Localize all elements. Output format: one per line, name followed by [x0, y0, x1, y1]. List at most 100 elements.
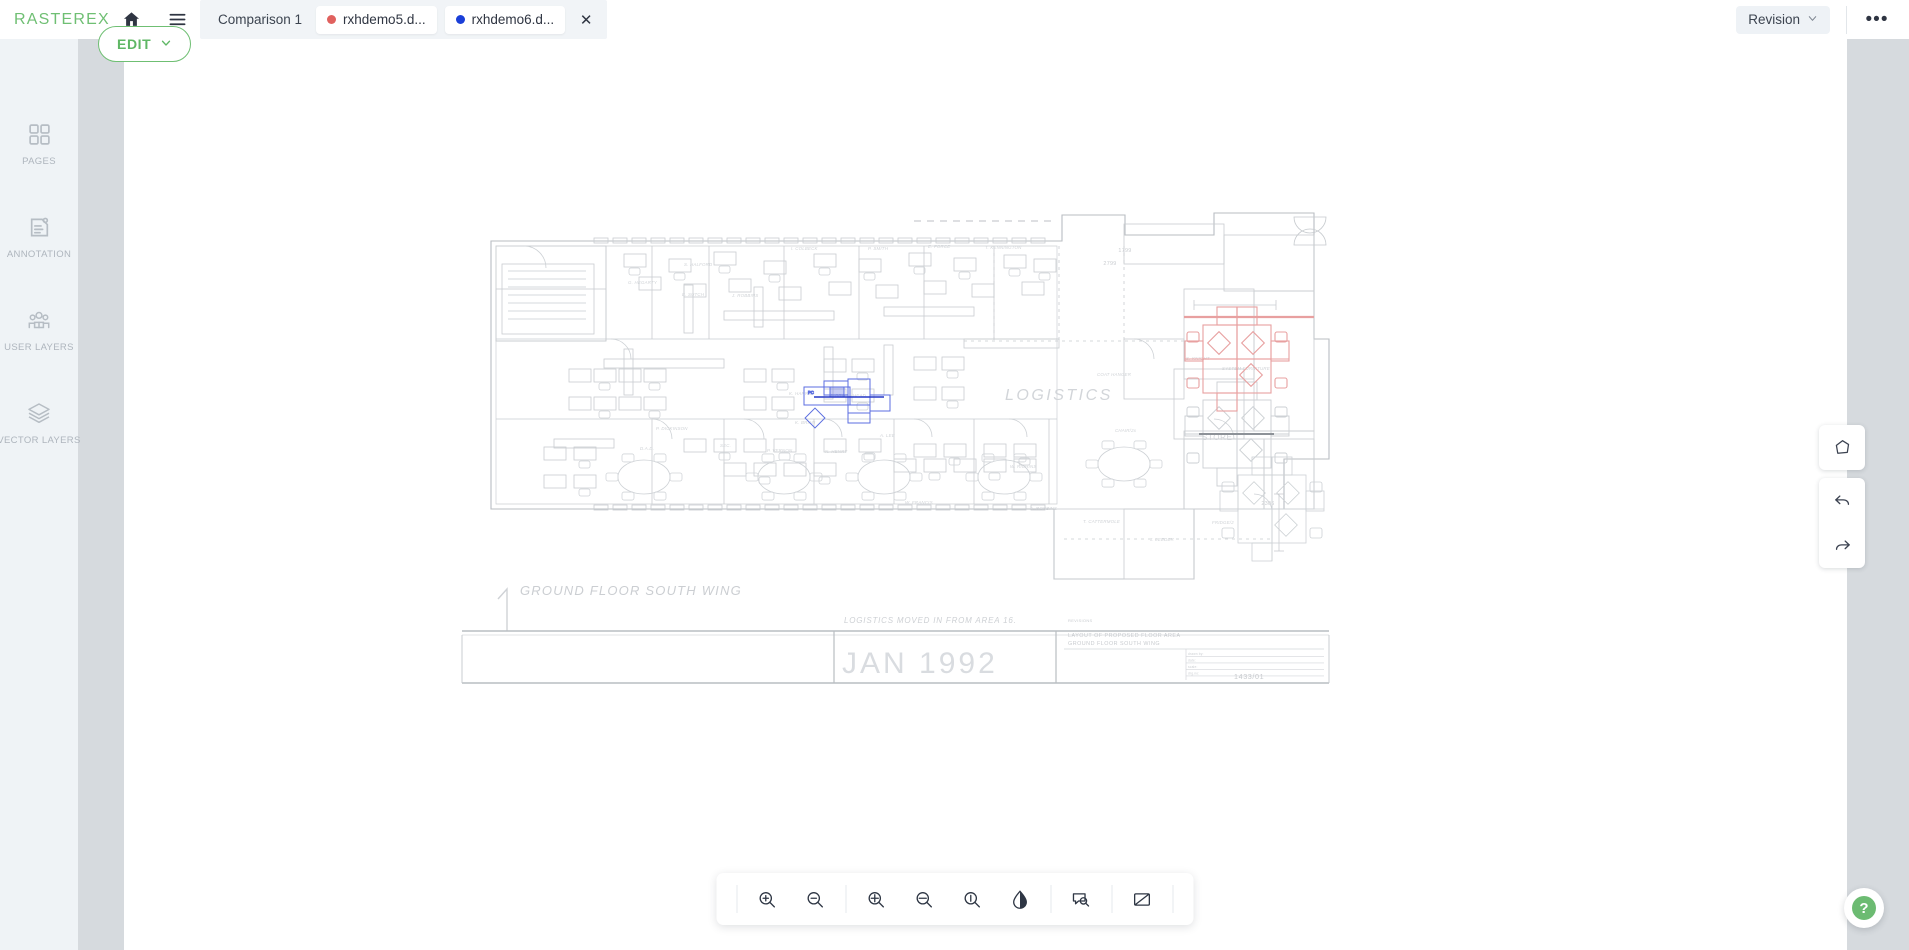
- title-block-line2: GROUND FLOOR SOUTH WING: [1068, 641, 1160, 647]
- area-label: LOGISTICS: [1005, 387, 1113, 404]
- room-label: T. KENNINGTON: [985, 245, 1022, 250]
- magnifier-window-button[interactable]: [1057, 873, 1105, 925]
- grid-pages-icon: [27, 119, 52, 149]
- toolbar-divider: [1846, 5, 1847, 34]
- room-label: A. LEE: [879, 433, 895, 438]
- help-question-icon: ?: [1852, 896, 1876, 920]
- room-label: A. ROBBINS: [1029, 506, 1057, 511]
- toolbar-divider: [1111, 885, 1112, 913]
- sidebar-item-annotation[interactable]: ANNOTATION: [0, 212, 78, 260]
- chevron-down-icon: [160, 36, 172, 52]
- title-block-field-label: date:: [1188, 659, 1196, 663]
- drawing-number: 1433/01: [1234, 672, 1264, 681]
- date-stamp: JAN 1992: [842, 647, 998, 680]
- application-window: RASTEREX Comparison 1 rxhdemo5.d... rxhd…: [0, 0, 1909, 950]
- revision-dropdown[interactable]: Revision: [1736, 5, 1830, 34]
- room-label: D.A.D.: [640, 446, 654, 451]
- close-icon[interactable]: ✕: [573, 0, 599, 39]
- sidebar-item-pages[interactable]: PAGES: [0, 119, 78, 167]
- help-button[interactable]: ?: [1844, 888, 1884, 928]
- title-block-field-label: drg.no:: [1188, 672, 1199, 676]
- room-label: B. SUTCH: [682, 292, 705, 297]
- room-label: P. VERNON: [767, 448, 793, 453]
- sidebar-item-label: VECTOR LAYERS: [0, 435, 81, 446]
- undo-redo-card: [1819, 478, 1865, 568]
- stacked-layers-icon: [26, 398, 52, 428]
- tab-label: rxhdemo6.d...: [471, 12, 555, 27]
- more-options-icon[interactable]: •••: [1857, 0, 1897, 39]
- sidebar-item-label: ANNOTATION: [6, 249, 72, 260]
- zoom-actual-size-button[interactable]: [948, 873, 996, 925]
- plan-title: GROUND FLOOR SOUTH WING: [520, 583, 742, 598]
- room-label: W. RICHINS: [1010, 464, 1036, 469]
- room-label: W. FRANCIS: [905, 500, 933, 505]
- toolbar-divider: [1172, 885, 1173, 913]
- redo-arrow-icon[interactable]: [1819, 523, 1865, 568]
- left-sidebar: PAGES ANNOTATION USER LAYERS VECTOR LAYE…: [0, 39, 81, 950]
- edit-button-label: EDIT: [117, 36, 152, 52]
- shape-tool-card: [1819, 425, 1865, 470]
- dimension-label: 2799: [1103, 261, 1116, 267]
- room-label: K. BRIAN: [795, 420, 816, 425]
- top-bar-right: Revision •••: [1736, 0, 1909, 39]
- title-block-field-label: scale:: [1188, 665, 1198, 669]
- brand-logo[interactable]: RASTEREX: [0, 11, 109, 29]
- chevron-down-icon: [1807, 12, 1818, 27]
- room-label: S. HALFORD: [684, 262, 713, 267]
- left-gutter: [78, 39, 124, 950]
- room-label: J. ROBBINS: [731, 293, 758, 298]
- floor-plan-drawing: LOGISTICSSTOREG. HEGARTYS. HALFORDB. SUT…: [461, 212, 1330, 684]
- toolbar-divider: [845, 885, 846, 913]
- zoom-fit-width-button[interactable]: [900, 873, 948, 925]
- tab-rxhdemo5[interactable]: rxhdemo5.d...: [316, 5, 437, 34]
- annotation-document-icon: [27, 212, 52, 242]
- room-label: I. COLBECK: [791, 246, 819, 251]
- red-markup-cluster: [1184, 306, 1290, 412]
- dimension-label: 1799: [1118, 248, 1131, 254]
- bottom-toolbar: [716, 873, 1193, 925]
- svg-text:PC: PC: [808, 390, 814, 395]
- room-label: SEC.: [720, 443, 731, 448]
- top-bar: RASTEREX Comparison 1 rxhdemo5.d... rxhd…: [0, 0, 1909, 39]
- undo-arrow-icon[interactable]: [1819, 478, 1865, 523]
- room-label: N. HENRY: [825, 449, 848, 454]
- right-tool-palette: [1819, 425, 1865, 568]
- title-block-field-label: drawn by:: [1188, 652, 1204, 656]
- revisions-header: REVISIONS: [1068, 618, 1093, 623]
- room-label: T. CATTERMOLE: [1083, 519, 1120, 524]
- status-dot-icon: [455, 15, 465, 24]
- room-label: FRIDGE/2: [1212, 520, 1234, 525]
- room-label: P. DICKINSON: [656, 426, 688, 431]
- edit-button[interactable]: EDIT: [98, 26, 192, 62]
- zoom-out-button[interactable]: [791, 873, 839, 925]
- status-dot-icon: [327, 15, 337, 24]
- tab-strip: Comparison 1 rxhdemo5.d... rxhdemo6.d...…: [200, 0, 608, 39]
- room-label: P. SMITH: [868, 246, 889, 251]
- toolbar-divider: [1050, 885, 1051, 913]
- sidebar-item-label: USER LAYERS: [4, 342, 74, 353]
- sidebar-item-label: PAGES: [22, 156, 56, 167]
- revision-note: LOGISTICS MOVED IN FROM AREA 16.: [844, 616, 1017, 625]
- zoom-in-button[interactable]: [743, 873, 791, 925]
- polygon-shape-icon[interactable]: [1819, 425, 1865, 470]
- comparison-label[interactable]: Comparison 1: [200, 12, 316, 27]
- zoom-fit-window-button[interactable]: [852, 873, 900, 925]
- room-label: J. LEEDER: [1149, 537, 1175, 542]
- tab-rxhdemo6[interactable]: rxhdemo6.d...: [444, 5, 566, 34]
- toggle-image-button[interactable]: [1118, 873, 1166, 925]
- sidebar-item-vector-layers[interactable]: VECTOR LAYERS: [0, 398, 81, 446]
- users-group-icon: [26, 305, 52, 335]
- revision-label: Revision: [1748, 12, 1800, 27]
- room-label: G. HEGARTY: [628, 280, 658, 285]
- room-label: CHAIR/2x: [1115, 428, 1137, 433]
- contrast-button[interactable]: [996, 873, 1044, 925]
- toolbar-divider: [736, 885, 737, 913]
- sidebar-item-user-layers[interactable]: USER LAYERS: [0, 305, 78, 353]
- title-block-line1: LAYOUT OF PROPOSED FLOOR AREA: [1068, 633, 1181, 639]
- drawing-canvas[interactable]: LOGISTICS STORE G. HEGARTY S. HALFORD B. SUT…: [124, 39, 1847, 950]
- room-label: E. FORCE: [928, 244, 950, 249]
- tab-label: rxhdemo5.d...: [343, 12, 426, 27]
- room-label: COAT HANGER: [1097, 372, 1132, 377]
- dimension-label: 2306: [1261, 501, 1274, 507]
- blue-markup-cluster: PC: [803, 378, 891, 429]
